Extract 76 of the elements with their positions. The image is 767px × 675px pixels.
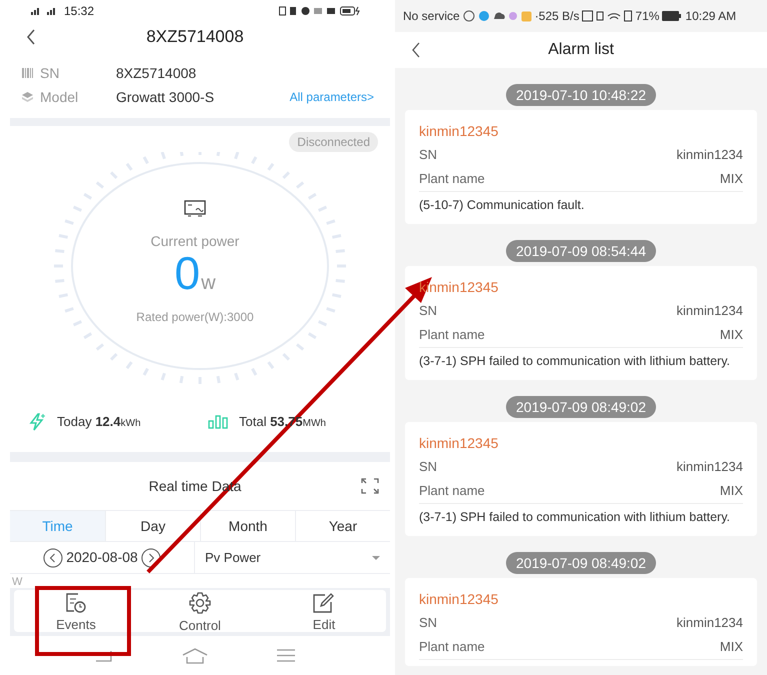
home-icon[interactable]: [182, 648, 208, 664]
app-icon: [478, 10, 490, 22]
alarm-user: kinmin12345: [419, 123, 498, 139]
field-label: Plant name: [419, 638, 485, 656]
alarm-card[interactable]: kinmin12345 SN kinmin1234 Plant name MIX (3-7-1) SPH failed to communication with lithium battery.: [405, 422, 757, 536]
status-time: 15:32: [64, 3, 94, 20]
back-nav-icon[interactable]: [94, 648, 113, 662]
alarm-user: kinmin12345: [419, 435, 498, 451]
action-button[interactable]: Control: [175, 590, 225, 636]
battery-icon: [340, 6, 360, 16]
field-label: SN: [40, 64, 60, 82]
next-day-icon[interactable]: [140, 548, 161, 568]
field-label: SN: [419, 146, 438, 164]
date-value: 2020-08-08: [66, 548, 138, 567]
barcode-icon: [22, 68, 33, 78]
layers-icon: [22, 92, 33, 102]
timestamp-badge: 2019-07-09 08:49:02: [506, 396, 656, 418]
field-value: MIX: [720, 482, 743, 500]
back-icon[interactable]: [411, 42, 421, 58]
alarm-message: (3-7-1) SPH failed to communication with lithium battery.: [419, 352, 731, 370]
alarm-card[interactable]: kinmin12345 SN kinmin1234 Plant name MIX (5-10-7) Communication fault.: [405, 110, 757, 224]
field-value: kinmin1234: [676, 614, 743, 632]
bar-chart-icon: [208, 415, 228, 429]
rated-power: Rated power(W):3000: [136, 309, 254, 326]
action-button[interactable]: Edit: [308, 590, 340, 636]
timestamp-badge: 2019-07-09 08:49:02: [506, 552, 656, 574]
field-value: kinmin1234: [676, 146, 743, 164]
app-icon: [508, 11, 518, 21]
field-label: Plant name: [419, 170, 485, 188]
field-label: Model: [40, 88, 80, 106]
lightning-icon: [28, 413, 46, 431]
dropdown-caret-icon: [372, 556, 380, 560]
alarm-card[interactable]: kinmin12345 SN kinmin1234 Plant name MIX: [405, 578, 757, 666]
field-value: MIX: [720, 326, 743, 344]
field-label: Plant name: [419, 482, 485, 500]
timestamp-badge: 2019-07-10 10:48:22: [506, 84, 656, 106]
field-value: MIX: [720, 638, 743, 656]
field-label: Plant name: [419, 326, 485, 344]
field-value: MIX: [720, 170, 743, 188]
field-value: kinmin1234: [676, 458, 743, 476]
carrier-text: No service: [403, 8, 460, 25]
field-value: 8XZ5714008: [116, 64, 196, 82]
gauge-label: Current power: [150, 232, 240, 251]
settings-icon: [188, 592, 211, 614]
alarm-message: (3-7-1) SPH failed to communication with lithium battery.: [419, 508, 731, 526]
expand-icon[interactable]: [361, 478, 379, 494]
timestamp-badge: 2019-07-09 08:54:44: [506, 240, 656, 262]
cloud-icon: [492, 12, 505, 20]
edit-icon: [313, 593, 335, 613]
metric-dropdown[interactable]: Pv Power: [195, 542, 390, 573]
page-title: Alarm list: [548, 40, 614, 60]
action-button[interactable]: Events: [52, 590, 100, 636]
app-icon: [520, 10, 532, 22]
power-unit: w: [201, 271, 216, 296]
alarm-user: kinmin12345: [419, 591, 498, 607]
field-value: Growatt 3000-S: [116, 88, 214, 106]
status-badge: Disconnected: [289, 132, 378, 152]
battery-percent: 71%: [635, 8, 660, 25]
events-icon: [65, 593, 87, 613]
network-speed: ·525 B/s: [534, 8, 580, 25]
field-label: SN: [419, 302, 438, 320]
alarm-message: (5-10-7) Communication fault.: [419, 196, 586, 214]
page-title: 8XZ5714008: [146, 26, 244, 48]
inverter-icon: [184, 200, 206, 217]
back-icon[interactable]: [26, 29, 36, 45]
battery-icon: [662, 11, 682, 21]
previous-day-icon[interactable]: [43, 548, 64, 568]
axis-label: W: [12, 575, 24, 588]
status-time: 10:29 AM: [685, 8, 736, 25]
field-label: SN: [419, 458, 438, 476]
field-label: SN: [419, 614, 438, 632]
wifi-icon: [607, 12, 622, 20]
total-reading: Today 12.4kWh: [57, 413, 141, 432]
power-value: 0: [174, 250, 200, 296]
field-value: kinmin1234: [676, 302, 743, 320]
menu-icon[interactable]: [277, 649, 296, 662]
